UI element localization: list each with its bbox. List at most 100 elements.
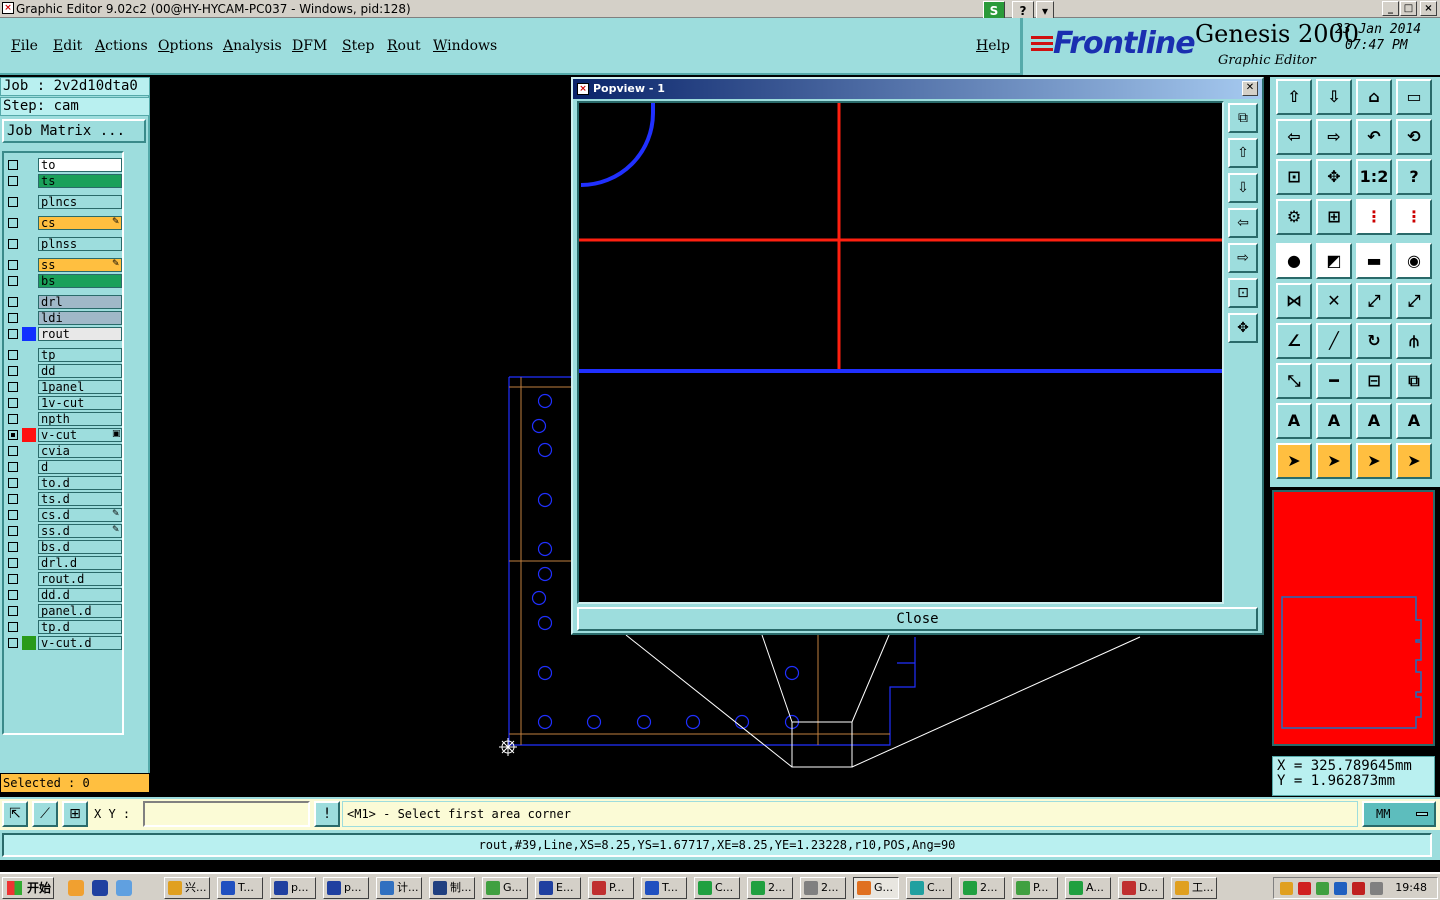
taskbar-task[interactable]: P... [588,877,634,899]
select-box-icon[interactable]: ➤ [1316,443,1352,479]
layer-name[interactable]: ts.d [38,492,122,506]
layer-row[interactable]: tp [4,347,122,363]
select-circle-icon[interactable]: ➤ [1356,443,1392,479]
minimize-button[interactable]: _ [1382,1,1399,16]
taskbar-task[interactable]: 工... [1171,877,1217,899]
xy-input[interactable] [143,801,310,827]
layer-checkbox[interactable] [8,350,18,360]
box-icon[interactable]: ⊟ [1356,363,1392,399]
menu-analysis[interactable]: Analysis [223,38,282,54]
layer-name[interactable]: cvia [38,444,122,458]
layer-row[interactable]: dd.d [4,587,122,603]
layer-name[interactable]: rout [38,327,122,341]
layer-row[interactable]: v-cut ▣ [4,427,122,443]
maximize-button[interactable]: □ [1400,1,1417,16]
layer-checkbox[interactable] [8,590,18,600]
layer-row[interactable]: ss ✎ [4,257,122,273]
line-icon[interactable]: ∠ [1276,323,1312,359]
layer-name[interactable]: bs [38,274,122,288]
layer-color-swatch[interactable] [22,216,36,230]
taskbar-task[interactable]: P... [1012,877,1058,899]
menu-actions[interactable]: Actions [95,38,148,54]
link-icon[interactable]: ⤢ [1396,283,1432,319]
tray-icon[interactable] [1370,882,1383,895]
settings-icon[interactable]: ⚙ [1276,199,1312,235]
grid-snap-icon[interactable]: ⊞ [62,801,88,827]
quicklaunch-ie-icon[interactable] [92,880,108,896]
layer-color-swatch[interactable] [22,444,36,458]
layer-checkbox[interactable] [8,313,18,323]
layer-color-swatch[interactable] [22,327,36,341]
layer-row[interactable]: ss.d ✎ [4,523,122,539]
popview-title-bar[interactable]: × Popview - 1 [573,79,1262,99]
fit-all-icon[interactable]: ⊡ [1276,159,1312,195]
taskbar-task[interactable]: A... [1065,877,1111,899]
pan-right-icon[interactable]: ⇨ [1316,119,1352,155]
overview-map[interactable] [1272,490,1435,746]
layer-color-swatch[interactable] [22,174,36,188]
menu-options[interactable]: Options [158,38,213,54]
layer-name[interactable]: drl [38,295,122,309]
layer-row[interactable]: to [4,157,122,173]
layer-name[interactable]: v-cut.d [38,636,122,650]
layer-checkbox[interactable] [8,638,18,648]
layer-row[interactable]: cvia [4,443,122,459]
layer-color-swatch[interactable] [22,604,36,618]
layer-name[interactable]: ldi [38,311,122,325]
layer-color-swatch[interactable] [22,274,36,288]
layer-color-swatch[interactable] [22,460,36,474]
pan-left-icon[interactable]: ⇦ [1276,119,1312,155]
distance-icon[interactable]: ⤡ [1276,363,1312,399]
taskbar-task[interactable]: 制... [429,877,475,899]
pad-icon[interactable]: ● [1276,243,1312,279]
layer-color-swatch[interactable] [22,636,36,650]
layer-name[interactable]: panel.d [38,604,122,618]
select-pointer-icon[interactable]: ➤ [1276,443,1312,479]
layer-color-swatch[interactable] [22,195,36,209]
layer-color-swatch[interactable] [22,572,36,586]
zoom-area-icon[interactable]: ⇱ [2,801,28,827]
layer-row[interactable]: drl.d [4,555,122,571]
pv-layers-icon[interactable]: ⧉ [1228,103,1258,133]
circle-select-icon[interactable]: ◉ [1396,243,1432,279]
measure-icon[interactable]: ⟋ [32,801,58,827]
layer-name[interactable]: plncs [38,195,122,209]
home-icon[interactable]: ⌂ [1356,79,1392,115]
taskbar-task[interactable]: 2... [959,877,1005,899]
units-select[interactable]: MM [1362,801,1436,827]
layer-row[interactable]: ts [4,173,122,189]
layer-name[interactable]: drl.d [38,556,122,570]
menu-windows[interactable]: Windows [433,38,497,54]
layer-checkbox[interactable] [8,366,18,376]
taskbar-task[interactable]: T... [217,877,263,899]
layer-color-swatch[interactable] [22,428,36,442]
layer-name[interactable]: cs [38,216,122,230]
surface-icon[interactable]: ◩ [1316,243,1352,279]
menu-file[interactable]: File [11,38,38,54]
layer-checkbox[interactable] [8,218,18,228]
text-a1-icon[interactable]: A [1276,403,1312,439]
layer-row[interactable]: 1panel [4,379,122,395]
layer-name[interactable]: d [38,460,122,474]
layer-checkbox[interactable] [8,542,18,552]
layer-name[interactable]: v-cut [38,428,122,442]
layer-row[interactable]: panel.d [4,603,122,619]
layer-color-swatch[interactable] [22,412,36,426]
pv-fit-icon[interactable]: ⊡ [1228,278,1258,308]
taskbar-task[interactable]: C... [694,877,740,899]
scale-icon[interactable]: 1:2 [1356,159,1392,195]
layer-checkbox[interactable] [8,494,18,504]
layer-row[interactable]: rout [4,326,122,342]
zoom-in-icon[interactable]: ⇧ [1276,79,1312,115]
taskbar-task[interactable]: G... [853,877,899,899]
grid-icon[interactable]: ⊞ [1316,199,1352,235]
taskbar-task[interactable]: p... [323,877,369,899]
text-a4-icon[interactable]: A [1396,403,1432,439]
layer-name[interactable]: bs.d [38,540,122,554]
layer-name[interactable]: 1panel [38,380,122,394]
layer-checkbox[interactable] [8,160,18,170]
layer-color-swatch[interactable] [22,588,36,602]
quicklaunch-desktop-icon[interactable] [116,880,132,896]
tray-icon[interactable] [1316,882,1329,895]
net-icon[interactable]: ⋈ [1276,283,1312,319]
